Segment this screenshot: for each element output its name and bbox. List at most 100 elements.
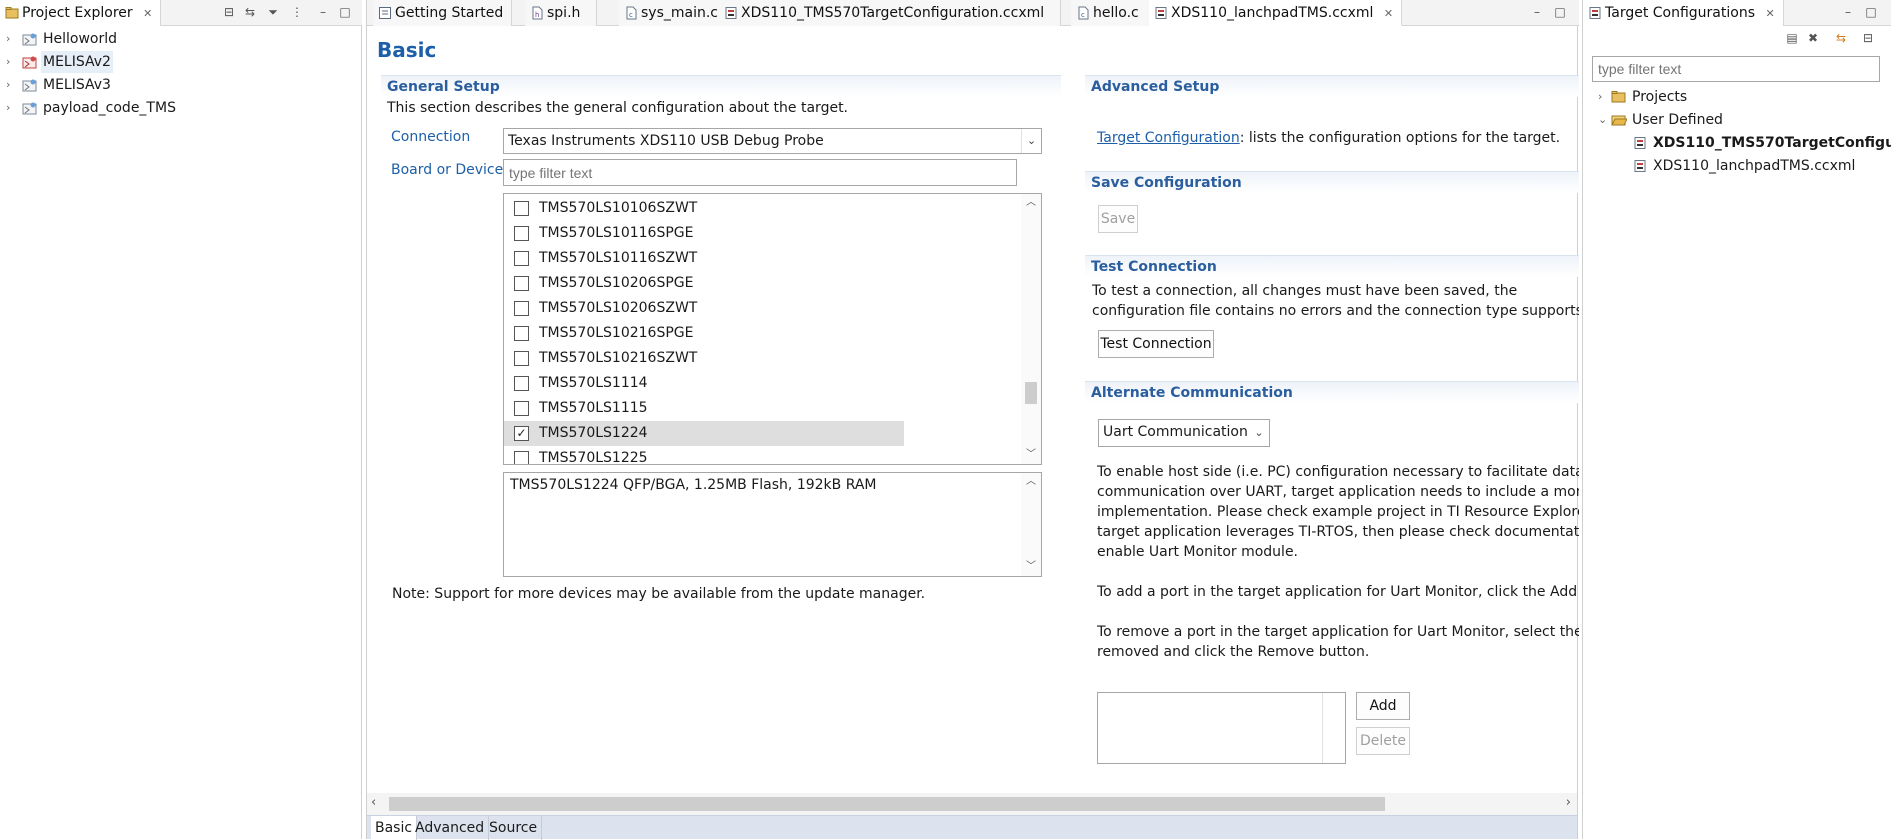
checkbox[interactable] [514,301,529,316]
tab-sys-main-c[interactable]: c sys_main.c [619,0,735,26]
scrollbar-thumb[interactable] [389,797,1385,811]
tab-xds110-lanchpad-tms[interactable]: XDS110_lanchpadTMS.ccxml ✕ [1149,0,1403,26]
maximize-icon[interactable]: □ [1864,5,1878,19]
scroll-up-icon[interactable]: ︿ [1021,194,1041,212]
link-icon[interactable]: ⇆ [1834,31,1848,45]
chevron-right-icon[interactable]: › [1598,86,1608,108]
link-with-editor-icon[interactable]: ⇆ [243,5,257,19]
project-explorer-icon [5,7,19,19]
test-connection-line2: configuration file contains no errors an… [1092,303,1579,319]
device-item[interactable]: TMS570LS10116SPGE [504,221,904,246]
device-item[interactable]: TMS570LS1115 [504,396,904,421]
device-item[interactable]: TMS570LS10116SZWT [504,246,904,271]
checkbox[interactable] [514,251,529,266]
header-file-icon: h [532,6,543,20]
chevron-right-icon[interactable]: › [6,28,16,50]
chevron-right-icon[interactable]: › [6,51,16,73]
checkbox[interactable] [514,351,529,366]
device-item[interactable]: TMS570LS10206SPGE [504,271,904,296]
project-folder-icon [22,33,37,46]
close-icon[interactable]: ✕ [143,7,152,20]
checkbox[interactable] [514,226,529,241]
project-folder-icon [22,79,37,92]
minimize-icon[interactable]: – [1841,5,1855,19]
view-menu-icon[interactable]: ⋮ [290,5,304,19]
tab-getting-started[interactable]: Getting Started [373,0,513,26]
svg-text:h: h [535,11,539,19]
scrollbar-thumb[interactable] [1025,382,1037,404]
scroll-up-icon[interactable]: ︿ [1021,473,1041,491]
tab-source[interactable]: Source [485,816,543,840]
uart-ports-list[interactable] [1097,692,1346,764]
checkbox[interactable] [514,326,529,341]
device-list[interactable]: TMS570LS10106SZWT TMS570LS10116SPGE TMS5… [503,193,1042,465]
close-icon[interactable]: ✕ [1765,7,1774,20]
add-port-button[interactable]: Add [1356,692,1410,720]
minimize-icon[interactable]: – [316,5,330,19]
device-item[interactable]: TMS570LS10106SZWT [504,196,904,221]
device-description: TMS570LS1224 QFP/BGA, 1.25MB Flash, 192k… [510,477,877,493]
collapse-all-icon[interactable]: ⊟ [1861,31,1875,45]
project-explorer-tab[interactable]: Project Explorer ✕ [0,0,162,26]
checkbox[interactable] [514,201,529,216]
connection-select[interactable]: Texas Instruments XDS110 USB Debug Probe… [503,128,1042,154]
checkbox[interactable] [514,376,529,391]
chevron-down-icon[interactable]: ⌄ [1249,420,1269,446]
device-description-box: TMS570LS1224 QFP/BGA, 1.25MB Flash, 192k… [503,472,1042,577]
target-configuration-link[interactable]: Target Configuration [1097,130,1240,146]
delete-icon[interactable]: ✖ [1806,31,1820,45]
device-list-scrollbar[interactable]: ︿ ﹀ [1021,194,1041,464]
test-connection-line1: To test a connection, all changes must h… [1092,283,1518,299]
tree-label: Projects [1632,89,1688,105]
checkbox[interactable] [514,451,529,464]
checkbox[interactable] [514,276,529,291]
device-label: TMS570LS1224 [539,425,648,441]
communication-type-select[interactable]: Uart Communication ⌄ [1098,419,1270,447]
editor-tabbar: Getting Started h spi.h c sys_main.c XDS… [367,0,1579,26]
target-configurations-tab[interactable]: Target Configurations ✕ [1583,0,1784,26]
new-target-configuration-icon[interactable]: ▤ [1785,31,1799,45]
editor-horizontal-scrollbar[interactable]: ‹ › [367,793,1577,815]
close-icon[interactable]: ✕ [1384,7,1393,20]
description-scrollbar[interactable]: ︿ ﹀ [1021,473,1041,576]
delete-port-button[interactable]: Delete [1356,727,1410,755]
tab-spi-h[interactable]: h spi.h [525,0,598,26]
project-label: payload_code_TMS [43,100,176,116]
chevron-right-icon[interactable]: › [6,97,16,119]
save-button[interactable]: Save [1098,205,1138,233]
filter-icon[interactable]: ⏷ [266,5,280,19]
chevron-down-icon[interactable]: ⌄ [1021,129,1041,153]
tab-advanced[interactable]: Advanced [411,816,490,840]
project-explorer-title: Project Explorer [22,5,133,21]
collapse-all-icon[interactable]: ⊟ [222,5,236,19]
target-filter-input[interactable] [1592,56,1880,82]
device-item[interactable]: TMS570LS10206SZWT [504,296,904,321]
alternate-communication-header: Alternate Communication [1085,381,1579,403]
tab-label: XDS110_lanchpadTMS.ccxml [1171,5,1374,21]
chevron-right-icon[interactable]: › [6,74,16,96]
tab-label: XDS110_TMS570TargetConfiguration.ccxml [741,5,1045,21]
device-item[interactable]: TMS570LS1225 [504,446,904,464]
scroll-down-icon[interactable]: ﹀ [1021,558,1041,576]
scroll-right-icon[interactable]: › [1566,795,1571,810]
list-divider [1322,693,1323,763]
scroll-down-icon[interactable]: ﹀ [1021,446,1041,464]
device-item[interactable]: TMS570LS1114 [504,371,904,396]
project-label: Helloworld [43,31,118,47]
device-label: TMS570LS10106SZWT [539,200,698,216]
maximize-icon[interactable]: □ [338,5,352,19]
scroll-left-icon[interactable]: ‹ [371,795,376,810]
checkbox-checked[interactable]: ✓ [514,426,529,441]
tab-xds110-tms570-target-configuration[interactable]: XDS110_TMS570TargetConfiguration.ccxml [719,0,1062,26]
maximize-icon[interactable]: □ [1553,5,1567,19]
device-item[interactable]: TMS570LS10216SZWT [504,346,904,371]
checkbox[interactable] [514,401,529,416]
device-filter-input[interactable] [503,159,1017,186]
chevron-down-icon[interactable]: ⌄ [1598,109,1608,131]
minimize-icon[interactable]: – [1530,5,1544,19]
tab-hello-c[interactable]: c hello.c [1071,0,1156,26]
device-item-selected[interactable]: ✓ TMS570LS1224 [504,421,904,446]
device-item[interactable]: TMS570LS10216SPGE [504,321,904,346]
test-connection-button[interactable]: Test Connection [1098,330,1214,358]
general-setup-header: General Setup [381,75,1061,97]
